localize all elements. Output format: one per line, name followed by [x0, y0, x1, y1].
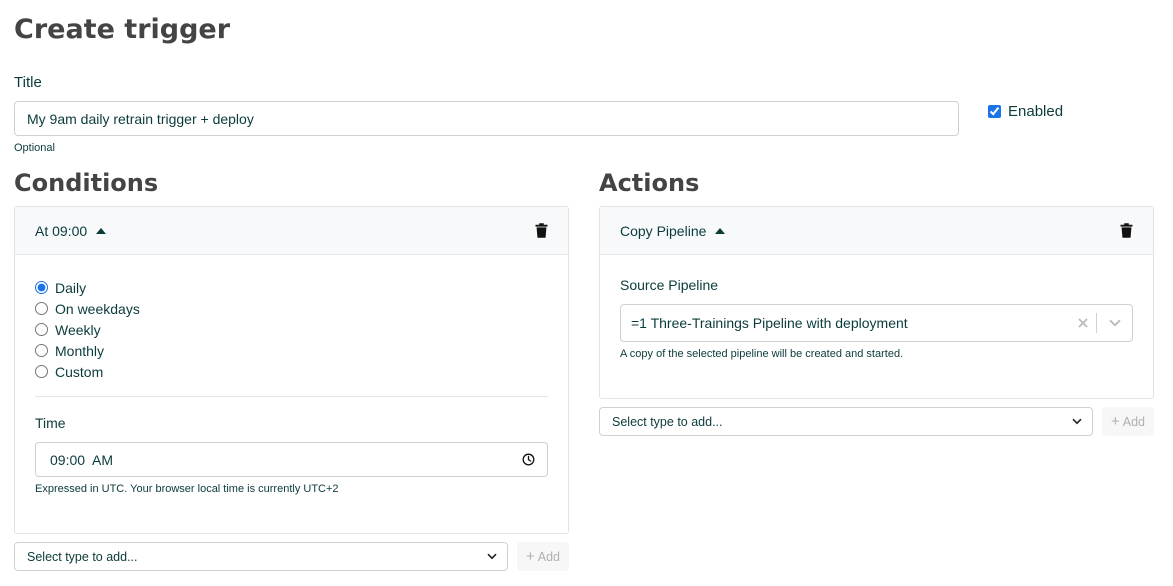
radio-option-weekly[interactable]: Weekly — [35, 319, 140, 340]
actions-heading: Actions — [599, 169, 700, 197]
action-type-select[interactable]: Select type to add... — [599, 407, 1093, 436]
time-value: 09:00 AM — [50, 451, 114, 468]
enabled-label: Enabled — [1008, 103, 1064, 120]
condition-card-header: At 09:00 — [15, 207, 568, 255]
conditions-heading: Conditions — [14, 169, 159, 197]
radio-option-daily[interactable]: Daily — [35, 277, 140, 298]
chevron-down-icon[interactable] — [1097, 319, 1132, 327]
radio-option-weekdays[interactable]: On weekdays — [35, 298, 140, 319]
condition-summary-toggle[interactable]: At 09:00 — [35, 222, 107, 239]
enabled-toggle[interactable]: Enabled — [988, 103, 1063, 120]
add-action-button[interactable]: + Add — [1102, 407, 1154, 436]
caret-up-icon — [715, 227, 726, 234]
time-hint: Expressed in UTC. Your browser local tim… — [35, 483, 339, 495]
time-input[interactable]: 09:00 AM — [35, 442, 548, 477]
action-card-header: Copy Pipeline — [600, 207, 1153, 255]
trash-icon[interactable] — [535, 223, 548, 238]
plus-icon: + — [525, 548, 535, 565]
clear-icon[interactable] — [1070, 318, 1096, 328]
add-condition-button[interactable]: + Add — [517, 542, 569, 571]
enabled-checkbox[interactable] — [988, 105, 1001, 118]
source-pipeline-value: =1 Three-Trainings Pipeline with deploym… — [631, 315, 908, 331]
action-summary: Copy Pipeline — [620, 222, 707, 239]
chevron-down-icon — [487, 553, 497, 560]
plus-icon: + — [1110, 413, 1120, 430]
source-pipeline-hint: A copy of the selected pipeline will be … — [620, 348, 904, 360]
chevron-down-icon — [1072, 418, 1082, 425]
source-pipeline-select[interactable]: =1 Three-Trainings Pipeline with deploym… — [620, 304, 1133, 342]
clock-icon[interactable] — [522, 453, 535, 466]
condition-summary: At 09:00 — [35, 222, 88, 239]
action-card: Copy Pipeline Source Pipeline =1 Three-T… — [599, 206, 1154, 399]
title-hint: Optional — [14, 142, 55, 154]
time-label: Time — [35, 415, 66, 431]
caret-up-icon — [96, 227, 107, 234]
page-title: Create trigger — [14, 14, 231, 45]
title-label: Title — [14, 74, 42, 91]
trash-icon[interactable] — [1120, 223, 1133, 238]
divider — [35, 396, 548, 397]
radio-option-monthly[interactable]: Monthly — [35, 340, 140, 361]
condition-card: At 09:00 Daily On weekdays Weekly Monthl… — [14, 206, 569, 534]
radio-option-custom[interactable]: Custom — [35, 361, 140, 382]
schedule-radio-group: Daily On weekdays Weekly Monthly Custom — [35, 277, 140, 382]
action-summary-toggle[interactable]: Copy Pipeline — [620, 222, 726, 239]
source-pipeline-label: Source Pipeline — [620, 277, 719, 293]
condition-type-select[interactable]: Select type to add... — [14, 542, 508, 571]
title-input[interactable] — [14, 101, 959, 136]
